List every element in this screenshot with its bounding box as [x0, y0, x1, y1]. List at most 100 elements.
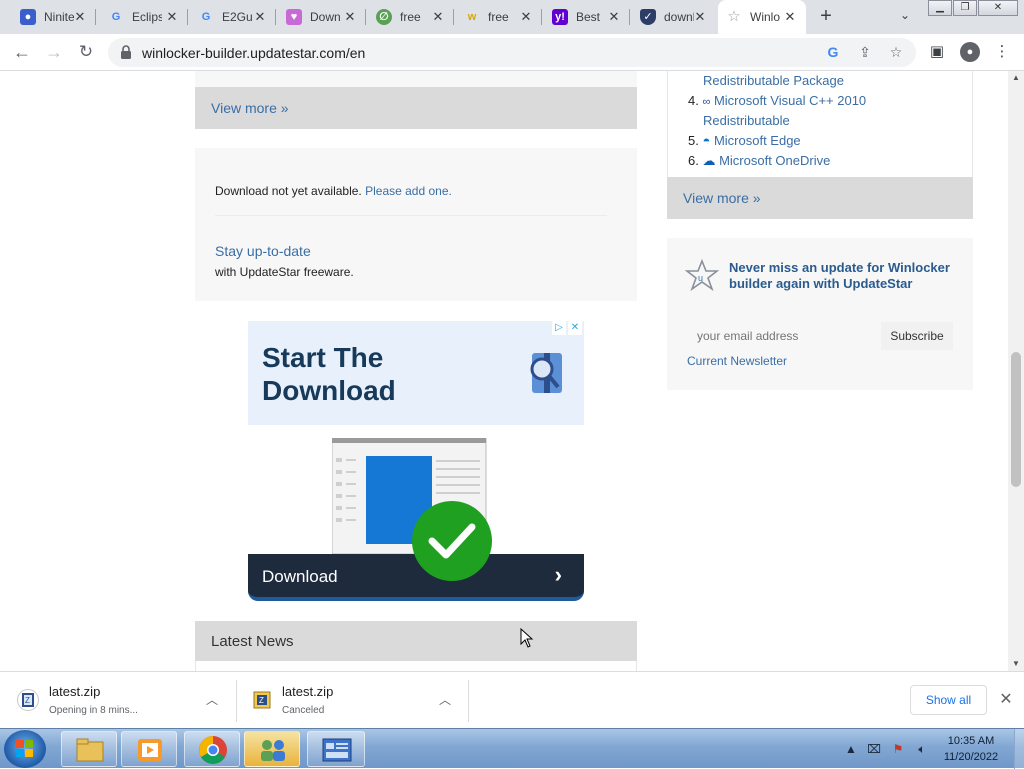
- close-icon[interactable]: ✕: [72, 9, 88, 25]
- chevron-up-icon[interactable]: ︿: [204, 692, 220, 708]
- tab-download[interactable]: ♥ Download ✕: [278, 0, 366, 34]
- list-item-continuation[interactable]: Redistributable: [703, 113, 790, 128]
- tab-best[interactable]: y! Best ✕: [544, 0, 630, 34]
- google-icon: G: [201, 11, 211, 23]
- view-more-link-main[interactable]: View more »: [211, 100, 289, 116]
- close-icon[interactable]: ✕: [342, 9, 358, 25]
- tab-free-2[interactable]: w free ✕: [456, 0, 542, 34]
- download-status: Canceled: [282, 705, 325, 716]
- view-more-link-side[interactable]: View more »: [683, 190, 761, 206]
- window-close-button[interactable]: ✕: [978, 0, 1018, 16]
- show-all-button[interactable]: Show all: [910, 685, 987, 715]
- back-button[interactable]: ←: [10, 40, 34, 64]
- email-input[interactable]: [687, 322, 881, 350]
- download-filename: latest.zip: [282, 684, 334, 699]
- tab-eclipse[interactable]: G Eclipse ✕: [100, 0, 188, 34]
- tab-download-2[interactable]: ✓ download ✕: [632, 0, 716, 34]
- google-lens-icon[interactable]: G: [824, 43, 842, 61]
- yahoo-icon: y!: [552, 9, 568, 25]
- close-icon[interactable]: ✕: [430, 9, 446, 25]
- stay-up-to-date-link[interactable]: Stay up-to-date: [215, 243, 311, 259]
- page-scrollbar[interactable]: ▲ ▼: [1008, 71, 1024, 671]
- stay-up-to-date-subtext: with UpdateStar freeware.: [215, 265, 354, 279]
- adchoices-icon[interactable]: ▷: [552, 321, 566, 335]
- network-error-icon[interactable]: ⚑: [890, 741, 906, 757]
- reload-button[interactable]: ↻: [74, 40, 98, 64]
- close-icon[interactable]: ✕: [782, 9, 798, 25]
- ninite-icon: ●: [20, 9, 36, 25]
- scroll-up-arrow[interactable]: ▲: [1008, 71, 1024, 85]
- minimize-button[interactable]: ▁: [928, 0, 952, 16]
- ad-close-icon[interactable]: ✕: [568, 321, 582, 335]
- side-panel-icon[interactable]: ▣: [927, 42, 947, 62]
- taskbar-network-app[interactable]: [244, 731, 300, 767]
- tab-search-button[interactable]: ⌄: [895, 8, 915, 26]
- power-icon[interactable]: ⌧: [866, 741, 882, 757]
- close-icon[interactable]: ✕: [252, 9, 268, 25]
- download-status: Opening in 8 mins...: [49, 705, 138, 716]
- page-viewport: View more » Download not yet available. …: [0, 71, 1008, 671]
- view-more-bar-main: View more »: [195, 87, 637, 129]
- zip-archive-icon: [530, 353, 562, 393]
- browser-toolbar: ← → ↻ winlocker-builder.updatestar.com/e…: [0, 34, 1024, 71]
- tab-strip: ● Ninite ✕ G Eclipse ✕ G E2Guardian ✕ ♥ …: [0, 0, 1024, 34]
- media-player-icon: [138, 739, 162, 761]
- wix-icon: w: [467, 11, 477, 23]
- clock-date: 11/20/2022: [943, 751, 999, 763]
- add-one-link[interactable]: Please add one.: [365, 184, 452, 198]
- bookmark-star-icon[interactable]: ☆: [887, 43, 905, 61]
- tab-free-1[interactable]: ∅ free ✕: [368, 0, 454, 34]
- popular-apps-list: Redistributable Package 4. ∞ Microsoft V…: [667, 71, 973, 177]
- system-clock[interactable]: 10:35 AM 11/20/2022: [936, 733, 1006, 765]
- download-status-line: Download not yet available. Please add o…: [215, 184, 452, 198]
- forward-button[interactable]: →: [42, 40, 66, 64]
- checkmark-badge-icon: [412, 501, 492, 581]
- chevron-up-icon[interactable]: ︿: [437, 692, 453, 708]
- list-item[interactable]: 4. ∞ Microsoft Visual C++ 2010: [688, 93, 866, 108]
- maximize-button[interactable]: ❐: [953, 0, 977, 16]
- leaf-icon: ∅: [376, 9, 392, 25]
- close-icon[interactable]: ✕: [518, 9, 534, 25]
- address-bar[interactable]: winlocker-builder.updatestar.com/en G ⇪ …: [108, 38, 916, 67]
- tab-ninite[interactable]: ● Ninite ✕: [12, 0, 96, 34]
- star-icon: ☆: [727, 8, 741, 25]
- scroll-thumb[interactable]: [1011, 352, 1021, 487]
- profile-avatar[interactable]: ●: [960, 42, 980, 62]
- ad-top-panel: Start The Download ▷ ✕: [248, 321, 584, 425]
- list-item[interactable]: Redistributable Package: [703, 73, 844, 88]
- list-item[interactable]: 5. ◓ Microsoft Edge: [688, 133, 801, 148]
- svg-text:Z: Z: [259, 696, 264, 705]
- current-newsletter-link[interactable]: Current Newsletter: [687, 354, 787, 368]
- svg-text:u: u: [698, 273, 703, 283]
- share-icon[interactable]: ⇪: [856, 43, 874, 61]
- taskbar-control-panel[interactable]: [307, 731, 365, 767]
- tab-e2guardian[interactable]: G E2Guardian ✕: [190, 0, 276, 34]
- folder-icon: [76, 738, 104, 762]
- windows-logo-icon: [16, 740, 33, 757]
- card-top-fragment: [195, 71, 637, 87]
- newsletter-card: u Never miss an update for Winlocker bui…: [667, 238, 973, 390]
- scroll-down-arrow[interactable]: ▼: [1008, 657, 1024, 671]
- list-item[interactable]: 6. ☁ Microsoft OneDrive: [688, 153, 830, 169]
- menu-kebab-icon[interactable]: ⋮: [992, 42, 1012, 62]
- show-desktop-button[interactable]: [1014, 729, 1024, 769]
- close-icon[interactable]: ✕: [692, 9, 708, 25]
- download-filename: latest.zip: [49, 684, 101, 699]
- download-item[interactable]: Z latest.zip Canceled ︿: [236, 672, 468, 728]
- close-icon[interactable]: ✕: [996, 690, 1016, 710]
- taskbar-explorer[interactable]: [61, 731, 117, 767]
- ad-banner[interactable]: Start The Download ▷ ✕ Download ›: [248, 321, 584, 601]
- close-icon[interactable]: ✕: [606, 9, 622, 25]
- tab-winlocker[interactable]: ☆ Winlocker ✕: [718, 0, 806, 34]
- download-item[interactable]: Z latest.zip Opening in 8 mins... ︿: [0, 672, 236, 728]
- taskbar-media-player[interactable]: [121, 731, 177, 767]
- close-icon[interactable]: ✕: [164, 9, 180, 25]
- subscribe-button[interactable]: Subscribe: [881, 322, 953, 350]
- heart-icon: ♥: [286, 9, 302, 25]
- download-unavailable-text: Download not yet available.: [215, 184, 362, 198]
- volume-icon[interactable]: 🔈︎: [914, 741, 930, 757]
- new-tab-button[interactable]: +: [815, 6, 837, 28]
- taskbar-chrome[interactable]: [184, 731, 240, 767]
- tray-expand-icon[interactable]: ▲: [843, 741, 859, 757]
- start-button[interactable]: [4, 730, 46, 768]
